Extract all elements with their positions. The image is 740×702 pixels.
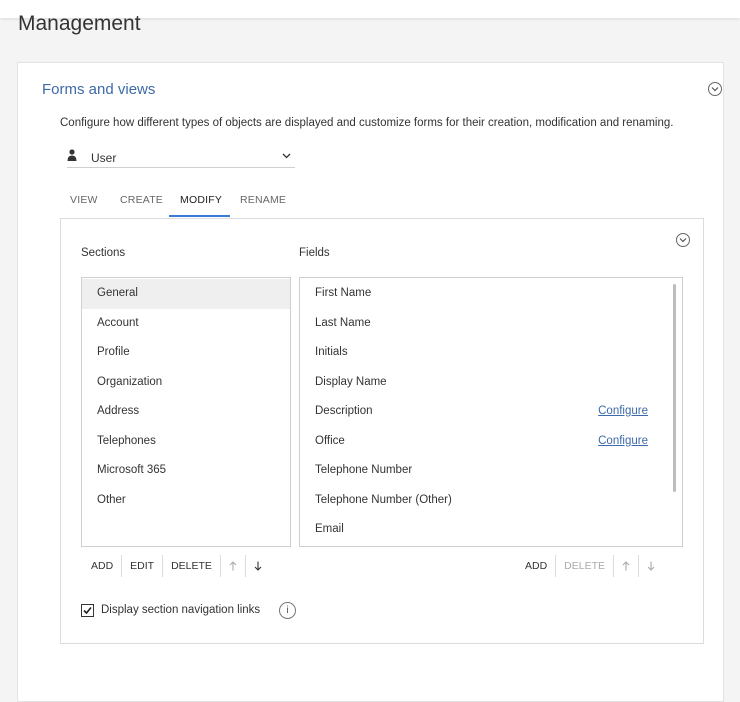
configure-link[interactable]: Configure — [598, 427, 648, 457]
field-item[interactable]: First Name — [300, 279, 682, 309]
collapse-panel-icon[interactable] — [676, 233, 690, 247]
edit-section-button[interactable]: EDIT — [122, 555, 164, 577]
object-type-dropdown[interactable]: User — [67, 146, 295, 168]
tab-rename[interactable]: RENAME — [240, 194, 286, 206]
move-field-down-button[interactable] — [639, 555, 663, 577]
user-icon — [67, 149, 77, 161]
section-item-organization[interactable]: Organization — [82, 368, 290, 398]
move-field-up-button[interactable] — [614, 555, 640, 577]
configure-link[interactable]: Configure — [598, 397, 648, 427]
sections-toolbar: ADD EDIT DELETE — [83, 553, 270, 579]
field-label: First Name — [315, 287, 372, 299]
arrow-up-icon — [229, 561, 237, 571]
card-description: Configure how different types of objects… — [60, 117, 674, 129]
check-icon — [83, 606, 92, 615]
field-label: Display Name — [315, 375, 387, 388]
page-title: Management — [18, 12, 141, 35]
tab-view[interactable]: VIEW — [70, 194, 98, 206]
section-item-other[interactable]: Other — [82, 486, 290, 516]
add-field-button[interactable]: ADD — [517, 555, 557, 577]
section-item-profile[interactable]: Profile — [82, 338, 290, 368]
fields-scrollbar[interactable] — [673, 284, 676, 492]
sections-header: Sections — [81, 247, 126, 259]
arrow-up-icon — [622, 561, 630, 571]
tab-modify[interactable]: MODIFY — [180, 194, 222, 206]
field-label: Email — [315, 523, 344, 535]
chevron-down-icon — [282, 153, 291, 159]
section-item-microsoft-365[interactable]: Microsoft 365 — [82, 456, 290, 486]
section-item-telephones[interactable]: Telephones — [82, 427, 290, 457]
active-tab-indicator — [169, 215, 230, 217]
move-section-up-button[interactable] — [221, 555, 246, 577]
modify-form-panel: Sections Fields General Account Profile … — [60, 218, 704, 644]
field-item[interactable]: Telephone Number (Other) — [300, 486, 682, 516]
add-section-button[interactable]: ADD — [83, 555, 123, 577]
move-section-down-button[interactable] — [246, 555, 270, 577]
field-item[interactable]: Email — [300, 515, 682, 545]
field-item[interactable]: Office Configure — [300, 427, 682, 457]
section-nav-links-checkbox[interactable] — [81, 604, 94, 617]
field-item[interactable]: Display Name — [300, 368, 682, 398]
field-label: Initials — [315, 346, 348, 358]
fields-list: First Name Last Name Initials Display Na… — [299, 277, 683, 547]
section-item-general[interactable]: General — [82, 279, 290, 309]
collapse-card-icon[interactable] — [708, 82, 722, 96]
info-icon[interactable]: i — [279, 602, 296, 619]
field-label: Office — [315, 434, 345, 447]
forms-and-views-card: Forms and views Configure how different … — [17, 62, 724, 702]
field-item[interactable]: Last Name — [300, 309, 682, 339]
arrow-down-icon — [647, 561, 655, 571]
delete-field-button[interactable]: DELETE — [556, 555, 615, 577]
field-label: Description — [315, 405, 373, 417]
field-label: Telephone Number — [315, 464, 413, 476]
sections-list: General Account Profile Organization Add… — [81, 277, 291, 547]
field-label: Telephone Number (Other) — [315, 493, 452, 506]
field-item[interactable]: Telephone Number — [300, 456, 682, 486]
card-title[interactable]: Forms and views — [42, 81, 155, 98]
fields-header: Fields — [299, 247, 330, 259]
field-item[interactable]: Initials — [300, 338, 682, 368]
delete-section-button[interactable]: DELETE — [163, 555, 221, 577]
section-item-account[interactable]: Account — [82, 309, 290, 339]
section-item-address[interactable]: Address — [82, 397, 290, 427]
field-label: Last Name — [315, 316, 371, 329]
field-item[interactable]: Description Configure — [300, 397, 682, 427]
fields-toolbar: ADD DELETE — [517, 553, 663, 579]
object-type-value: User — [91, 151, 117, 165]
arrow-down-icon — [254, 561, 262, 571]
tab-create[interactable]: CREATE — [120, 194, 163, 206]
section-nav-links-label[interactable]: Display section navigation links — [101, 604, 260, 616]
